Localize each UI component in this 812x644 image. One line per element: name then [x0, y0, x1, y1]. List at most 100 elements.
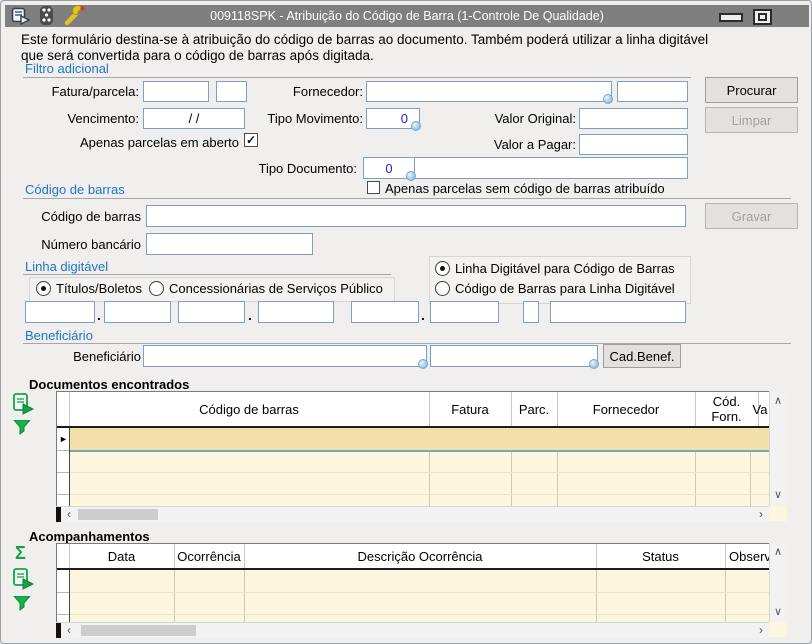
grid-corner-bar: [56, 623, 61, 638]
wrench-icon[interactable]: [63, 5, 86, 31]
column-separator: [244, 570, 245, 623]
parcela-input[interactable]: [216, 81, 247, 102]
linha-field-5[interactable]: [351, 301, 419, 323]
window-title: 009118SPK - Atribuição do Código de Barr…: [5, 9, 809, 23]
scroll-up-icon[interactable]: ∧: [774, 547, 782, 558]
col-data[interactable]: Data: [69, 544, 175, 568]
beneficiario-nome-lookup-icon[interactable]: [589, 359, 599, 369]
fornecedor-lookup-icon[interactable]: [603, 94, 613, 104]
linha-field-7[interactable]: [550, 301, 686, 323]
procurar-button[interactable]: Procurar: [705, 77, 798, 103]
row-separator: [69, 494, 770, 495]
documentos-table[interactable]: Código de barras Fatura Parc. Fornecedor…: [56, 391, 771, 508]
cad-benef-button[interactable]: Cad.Benef.: [603, 344, 681, 368]
radio-cb-para-ld-label: Código de Barras para Linha Digitável: [455, 281, 675, 296]
numero-bancario-input[interactable]: [146, 233, 313, 255]
tipo-movimento-label: Tipo Movimento:: [246, 111, 363, 126]
sum-icon[interactable]: Σ: [15, 543, 26, 564]
acompanhamentos-hscrollbar[interactable]: ‹ ›: [56, 622, 769, 638]
documentos-header-row: Código de barras Fatura Parc. Fornecedor…: [57, 392, 770, 428]
filter-funnel-icon[interactable]: [13, 596, 31, 616]
tipo-documento-lookup-icon[interactable]: [406, 171, 416, 181]
scroll-left-icon[interactable]: ‹: [67, 509, 71, 520]
acompanhamentos-table[interactable]: Data Ocorrência Descrição Ocorrência Sta…: [56, 543, 771, 624]
col-parc[interactable]: Parc.: [511, 392, 558, 426]
radio-concessionarias[interactable]: Concessionárias de Serviços Público: [149, 281, 383, 296]
beneficiario-input[interactable]: [143, 345, 427, 367]
gravar-button[interactable]: Gravar: [705, 203, 798, 229]
hscroll-thumb[interactable]: [81, 625, 196, 636]
hscroll-thumb[interactable]: [78, 509, 158, 520]
scroll-down-icon[interactable]: ∨: [774, 607, 782, 618]
vencimento-input[interactable]: / /: [143, 108, 245, 129]
linha-field-2[interactable]: [104, 301, 171, 323]
radio-titulos-boletos[interactable]: Títulos/Boletos: [36, 281, 142, 296]
fornecedor-cod-input[interactable]: [617, 81, 688, 102]
linha-field-dv[interactable]: [523, 301, 539, 323]
export-grid-icon[interactable]: [11, 392, 35, 421]
apenas-abertas-checkbox[interactable]: ✓: [244, 133, 258, 147]
fatura-input[interactable]: [143, 81, 209, 102]
linha-field-6[interactable]: [430, 301, 499, 323]
acompanhamentos-header-row: Data Ocorrência Descrição Ocorrência Sta…: [57, 544, 770, 570]
selected-row[interactable]: [69, 428, 770, 452]
documentos-hscrollbar[interactable]: ‹ ›: [56, 506, 769, 522]
row-indicator-column: [57, 570, 70, 623]
documentos-vscrollbar[interactable]: ∧ ∨: [769, 391, 788, 506]
col-observacao[interactable]: Observ: [725, 544, 774, 568]
fornecedor-input[interactable]: [366, 81, 612, 102]
maximize-button[interactable]: [753, 9, 772, 25]
valor-pagar-label: Valor a Pagar:: [461, 137, 576, 152]
column-separator: [596, 570, 597, 623]
fornecedor-label: Fornecedor:: [286, 84, 363, 99]
scroll-right-icon[interactable]: ›: [759, 625, 763, 636]
export-grid-icon[interactable]: [11, 567, 35, 596]
linha-field-4[interactable]: [258, 301, 334, 323]
acompanhamentos-vscrollbar[interactable]: ∧ ∨: [769, 543, 788, 622]
tipo-documento-code-segment[interactable]: 0: [364, 158, 415, 178]
scroll-up-icon[interactable]: ∧: [774, 396, 782, 407]
radio-titulos-label: Títulos/Boletos: [56, 281, 142, 296]
beneficiario-nome-input[interactable]: [430, 345, 598, 367]
codigo-barras-input[interactable]: [146, 205, 686, 227]
traffic-light-icon[interactable]: [39, 5, 54, 31]
title-bar: 009118SPK - Atribuição do Código de Barr…: [5, 5, 809, 27]
tipo-documento-input[interactable]: 0: [363, 157, 688, 179]
sem-codigo-checkbox[interactable]: [367, 181, 380, 194]
scroll-right-icon[interactable]: ›: [759, 509, 763, 520]
tipo-documento-label: Tipo Documento:: [239, 161, 357, 176]
valor-pagar-input[interactable]: [579, 134, 688, 155]
limpar-button[interactable]: Limpar: [705, 107, 798, 133]
column-separator: [174, 570, 175, 623]
col-fornecedor[interactable]: Fornecedor: [557, 392, 696, 426]
col-ocorrencia[interactable]: Ocorrência: [174, 544, 245, 568]
col-descricao[interactable]: Descrição Ocorrência: [244, 544, 597, 568]
filter-funnel-icon[interactable]: [13, 420, 31, 440]
scroll-left-icon[interactable]: ‹: [67, 625, 71, 636]
radio-cb-para-ld[interactable]: Código de Barras para Linha Digitável: [435, 281, 675, 296]
col-valor[interactable]: Va: [750, 392, 770, 426]
linha-field-3[interactable]: [178, 301, 245, 323]
valor-original-label: Valor Original:: [461, 111, 576, 126]
row-indicator-column: ►: [57, 428, 70, 507]
radio-ld-para-cb[interactable]: Linha Digitável para Código de Barras: [435, 261, 675, 276]
beneficiario-section-title: Beneficiário: [25, 328, 93, 343]
tipo-movimento-lookup-icon[interactable]: [411, 121, 421, 131]
valor-original-input[interactable]: [579, 108, 688, 129]
scroll-down-icon[interactable]: ∨: [774, 490, 782, 501]
radio-selected-icon: [36, 281, 51, 296]
col-status[interactable]: Status: [596, 544, 726, 568]
exit-form-icon[interactable]: [11, 7, 31, 30]
linha-field-1[interactable]: [25, 301, 95, 323]
beneficiario-lookup-icon[interactable]: [418, 359, 428, 369]
tipo-movimento-input[interactable]: 0: [366, 108, 420, 129]
sem-codigo-label: Apenas parcelas sem código de barras atr…: [385, 181, 665, 196]
grid-corner-bar: [56, 507, 61, 522]
col-codigo-barras[interactable]: Código de barras: [69, 392, 430, 426]
minimize-button[interactable]: [719, 13, 743, 22]
radio-concessionarias-label: Concessionárias de Serviços Público: [169, 281, 383, 296]
vencimento-value: / /: [189, 111, 200, 126]
acompanhamentos-body: [57, 570, 770, 623]
fatura-parcela-label: Fatura/parcela:: [21, 84, 139, 99]
col-fatura[interactable]: Fatura: [429, 392, 512, 426]
